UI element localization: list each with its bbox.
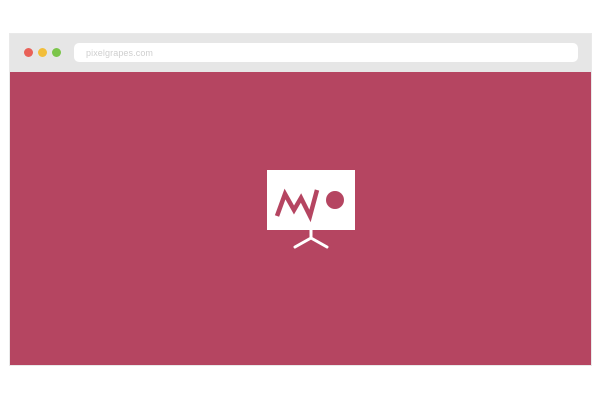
easel-right-leg-icon (309, 236, 329, 249)
minimize-window-button[interactable] (38, 48, 47, 57)
address-bar[interactable]: pixelgrapes.com (74, 43, 578, 62)
address-url: pixelgrapes.com (86, 47, 154, 58)
browser-titlebar: pixelgrapes.com (10, 34, 591, 72)
page-content (10, 72, 591, 365)
easel-left-leg-icon (293, 236, 313, 249)
chart-dot-icon (326, 191, 344, 209)
close-window-button[interactable] (24, 48, 33, 57)
presentation-board-icon (267, 170, 355, 249)
maximize-window-button[interactable] (52, 48, 61, 57)
window-controls (24, 48, 61, 58)
browser-window: pixelgrapes.com (10, 34, 591, 365)
